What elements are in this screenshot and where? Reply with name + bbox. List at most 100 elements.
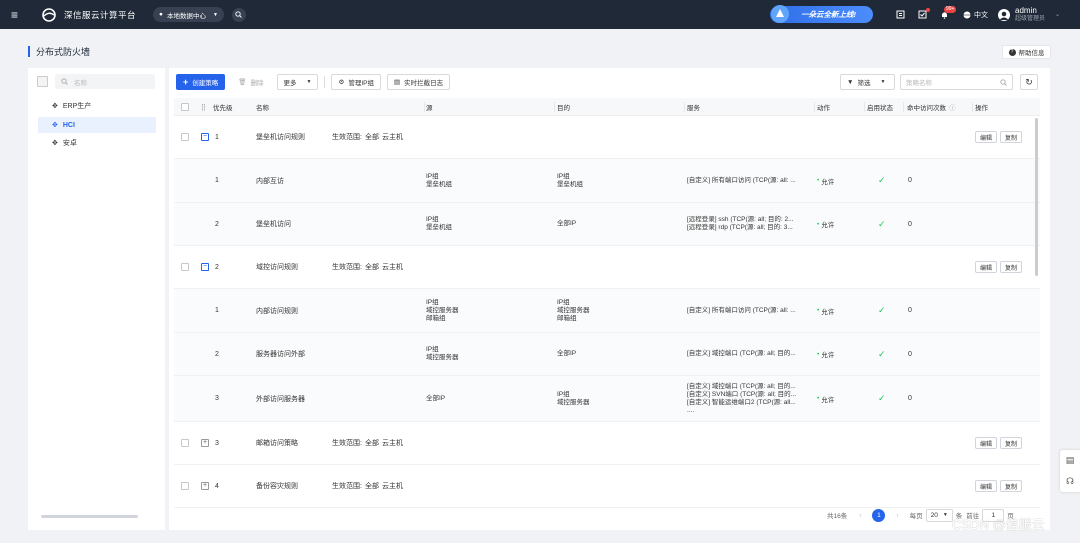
- rule-service: [远程登录] ssh (TCP(源: all; 目的: 2... [远程登录] r…: [687, 203, 794, 245]
- document-icon[interactable]: ▤: [1066, 455, 1075, 466]
- source-line: IP组: [426, 216, 439, 223]
- rule-source: IP组 堡垒机组: [426, 159, 452, 202]
- col-enabled: 启用状态: [867, 104, 893, 112]
- group-scope: 生效范围: 全部 云主机: [332, 116, 403, 158]
- rule-dest: 全部IP: [557, 203, 576, 245]
- copy-button[interactable]: 复制: [1000, 261, 1023, 273]
- scope-host: 云主机: [381, 264, 403, 271]
- check-icon: ✓: [878, 305, 886, 315]
- collapse-icon[interactable]: −: [201, 133, 209, 141]
- policy-group-row[interactable]: − 1 堡垒机访问规则 生效范围: 全部 云主机 编辑 复制: [174, 116, 1040, 159]
- per-page-select[interactable]: 20 ▼: [925, 508, 953, 522]
- row-checkbox[interactable]: [181, 482, 189, 490]
- tree-search-input[interactable]: 名称: [55, 74, 155, 89]
- manage-ip-group-button[interactable]: ⚙ 管理IP组: [331, 74, 381, 90]
- row-checkbox[interactable]: [181, 133, 189, 141]
- policy-search-placeholder: 策略名称: [906, 80, 932, 87]
- tree-item-erp[interactable]: ✥ ERP生产: [38, 98, 156, 114]
- rule-priority: 3: [215, 395, 219, 402]
- copy-button[interactable]: 复制: [1000, 131, 1023, 143]
- expand-icon[interactable]: +: [201, 482, 209, 490]
- policy-search-input[interactable]: 策略名称: [900, 74, 1013, 90]
- scope-all: 全部: [364, 440, 379, 447]
- caret-down-icon: ▼: [212, 11, 218, 18]
- prev-page-icon[interactable]: ‹: [859, 512, 861, 519]
- create-policy-button[interactable]: + 创建策略: [176, 74, 226, 90]
- page-current[interactable]: 1: [872, 508, 886, 522]
- tree-item-android[interactable]: ✥ 安卓: [38, 135, 156, 151]
- policy-rule-row[interactable]: 2 堡垒机访问 IP组 堡垒机组 全部IP [远程登录] ssh (TCP(源: …: [174, 203, 1040, 246]
- bell-icon[interactable]: 99+: [937, 5, 957, 22]
- help-button[interactable]: ? 帮助信息: [1002, 45, 1051, 59]
- edit-button[interactable]: 编辑: [975, 131, 998, 143]
- task-icon[interactable]: [915, 7, 930, 22]
- edit-button[interactable]: 编辑: [975, 480, 998, 492]
- col-action: 动作: [817, 104, 830, 112]
- policy-rule-row[interactable]: 2 服务器访问外部 IP组 域控服务器 全部IP [自定义] 域控端口 (TCP(…: [174, 333, 1040, 376]
- datacenter-select[interactable]: ● 本地数据中心 ▼: [153, 7, 224, 22]
- select-all-checkbox[interactable]: [181, 102, 189, 111]
- globe-icon: [963, 11, 971, 18]
- gear-icon: ⚙: [338, 79, 345, 86]
- watermark: CSDN @信服云: [952, 517, 1045, 532]
- clipboard-icon[interactable]: [893, 8, 907, 22]
- delete-button[interactable]: 🗑︎ 删除: [231, 74, 271, 90]
- dest-line: IP组: [557, 390, 570, 398]
- tree-item-hci[interactable]: ✥ HCI: [38, 117, 156, 133]
- rule-service: [自定义] 所有端口访问 (TCP(源: all: ...: [687, 289, 796, 332]
- row-checkbox[interactable]: [181, 263, 189, 271]
- question-icon: ?: [1008, 48, 1016, 56]
- tree-item-label: 安卓: [62, 140, 77, 147]
- user-menu[interactable]: admin 超级管理员 ⌄: [998, 6, 1060, 24]
- collapse-icon[interactable]: −: [201, 263, 209, 271]
- menu-icon[interactable]: ≡: [0, 0, 29, 29]
- policy-rule-row[interactable]: 1 内部访问规则 IP组 域控服务器 邮箱组 IP组 域控服务器 邮箱组 [自定义] 所…: [174, 289, 1040, 333]
- expand-icon[interactable]: +: [201, 439, 209, 447]
- policy-group-row[interactable]: − 2 域控访问规则 生效范围: 全部 云主机 编辑 复制: [174, 246, 1040, 289]
- source-line: 堡垒机组: [426, 224, 452, 231]
- language-label: 中文: [974, 11, 988, 19]
- vertical-scrollbar[interactable]: [1035, 118, 1038, 276]
- next-page-icon[interactable]: ›: [896, 512, 898, 519]
- policy-panel: + 创建策略 🗑︎ 删除 更多 ▼ ⚙ 管理IP组 ▤ 实时拦截日志 ▼ 筛选 …: [169, 68, 1050, 530]
- brand[interactable]: 深信服云计算平台: [41, 7, 136, 22]
- support-icon[interactable]: ☊: [1066, 476, 1074, 487]
- policy-group-row[interactable]: + 3 邮箱访问策略 生效范围: 全部 云主机 编辑 复制: [174, 422, 1040, 465]
- col-service: 服务: [687, 104, 700, 112]
- col-hits: 命中访问次数 ⓘ: [907, 98, 956, 115]
- collapse-panel-icon[interactable]: [37, 76, 48, 87]
- global-search-button[interactable]: [231, 7, 246, 22]
- drag-handle-icon: ⣿: [201, 103, 206, 111]
- scope-label: 生效范围:: [332, 483, 362, 490]
- filter-button[interactable]: ▼ 筛选 ▼: [840, 74, 895, 90]
- datacenter-label: 本地数据中心: [166, 12, 206, 20]
- service-line: ....: [687, 406, 695, 414]
- rule-source: IP组 堡垒机组: [426, 203, 452, 245]
- copy-button[interactable]: 复制: [1000, 480, 1023, 492]
- scope-all: 全部: [364, 264, 379, 271]
- policy-group-row[interactable]: + 4 备份容灾规则 生效范围: 全部 云主机 编辑 复制: [174, 465, 1040, 508]
- policy-rule-row[interactable]: 3 外部访问服务器 全部IP IP组 域控服务器 [自定义] 域控端口 (TCP(…: [174, 376, 1040, 422]
- refresh-button[interactable]: ↻: [1020, 74, 1038, 90]
- cluster-icon: ✥: [52, 122, 58, 129]
- row-checkbox[interactable]: [181, 439, 189, 447]
- scope-host: 云主机: [381, 483, 403, 490]
- edit-button[interactable]: 编辑: [975, 437, 998, 449]
- manage-ip-label: 管理IP组: [348, 80, 374, 87]
- realtime-log-button[interactable]: ▤ 实时拦截日志: [386, 74, 451, 90]
- copy-button[interactable]: 复制: [1000, 437, 1023, 449]
- language-switch[interactable]: 中文: [963, 10, 988, 20]
- more-dropdown[interactable]: 更多 ▼: [276, 74, 319, 90]
- policy-rule-row[interactable]: 1 内部互访 IP组 堡垒机组 IP组 堡垒机组 [自定义] 所有端口访问 (TCP…: [174, 159, 1040, 203]
- more-label: 更多: [283, 80, 297, 87]
- edit-button[interactable]: 编辑: [975, 261, 998, 273]
- rule-dest: IP组 堡垒机组: [557, 159, 583, 202]
- group-name: 邮箱访问策略: [256, 440, 298, 447]
- source-line: 域控服务器: [426, 354, 459, 361]
- promo-banner[interactable]: 一朵云全新上线!: [770, 5, 873, 23]
- rule-hits: 0: [908, 220, 912, 228]
- horizontal-scrollbar[interactable]: [41, 515, 138, 518]
- col-dest: 目的: [557, 104, 570, 112]
- user-role: 超级管理员: [1015, 15, 1046, 22]
- group-scope: 生效范围: 全部 云主机: [332, 465, 403, 507]
